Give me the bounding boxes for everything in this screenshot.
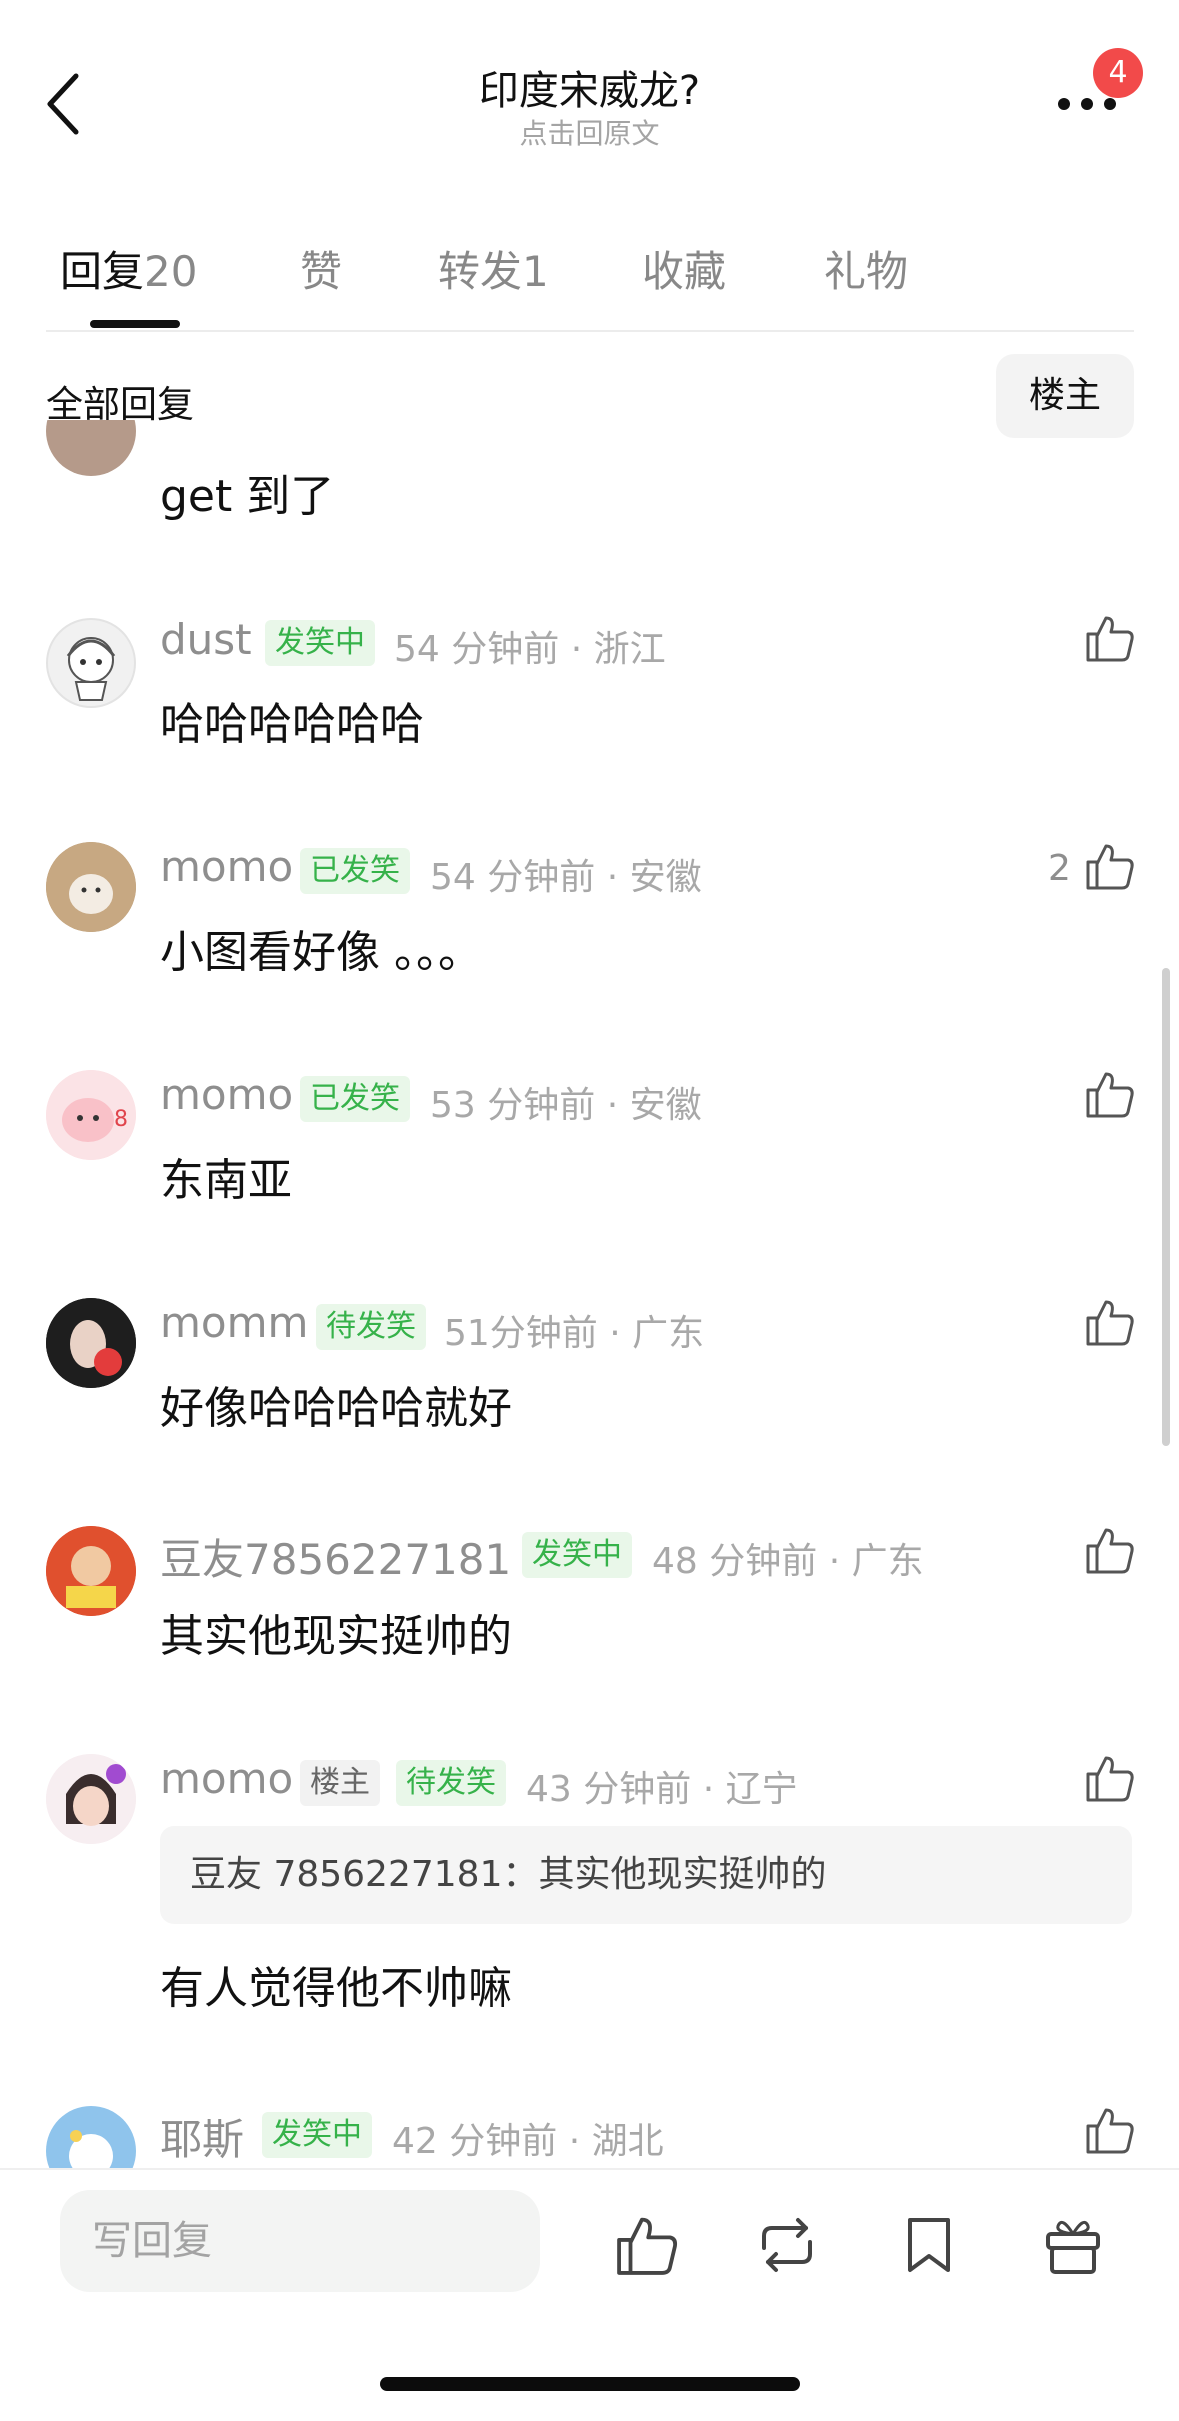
tab-count: 1 (522, 247, 549, 296)
tab-label: 收藏 (642, 247, 727, 296)
gift-icon (1046, 2220, 1100, 2274)
avatar[interactable] (46, 842, 136, 932)
avatar[interactable] (46, 618, 136, 708)
avatar-icon (46, 1526, 136, 1616)
thumbs-up-icon (1086, 2108, 1134, 2154)
avatar-icon (46, 2106, 136, 2168)
comment-meta: 51分钟前 · 广东 (444, 1313, 705, 1354)
like-count: 2 (1048, 848, 1071, 889)
comment-meta: 54 分钟前 · 浙江 (394, 629, 666, 670)
tab-count: 20 (144, 247, 198, 296)
like-button[interactable] (1084, 2104, 1136, 2156)
avatar-icon (46, 842, 136, 932)
user-status-tag: 已发笑 (300, 848, 410, 894)
avatar[interactable] (46, 1298, 136, 1388)
username[interactable]: momo (160, 842, 293, 891)
avatar[interactable] (46, 1754, 136, 1844)
repost-button[interactable] (754, 2212, 820, 2278)
tab-label: 转发 (438, 247, 523, 296)
tab-gifts[interactable]: 礼物 (824, 238, 908, 299)
avatar-icon (46, 1298, 136, 1388)
comment-text: 东南亚 (160, 1155, 292, 1206)
comment-meta: 54 分钟前 · 安徽 (430, 857, 702, 898)
thumbs-up-icon (1086, 1300, 1134, 1346)
home-indicator[interactable] (380, 2377, 800, 2391)
user-status-tag: 已发笑 (300, 1076, 410, 1122)
comment-meta: 42 分钟前 · 湖北 (392, 2121, 664, 2162)
active-tab-indicator (90, 320, 180, 328)
svg-text:8: 8 (114, 1107, 128, 1132)
like-button[interactable] (1084, 1296, 1136, 1348)
back-to-original-link[interactable]: 点击回原文 (0, 112, 1179, 152)
comment-meta: 53 分钟前 · 安徽 (430, 1085, 702, 1126)
op-only-button[interactable]: 楼主 (996, 354, 1134, 438)
scrollbar[interactable] (1162, 968, 1170, 1446)
divider (46, 330, 1134, 332)
thumbs-up-icon (1086, 1072, 1134, 1118)
like-post-button[interactable] (614, 2212, 680, 2278)
like-button[interactable] (1084, 612, 1136, 664)
avatar-icon (46, 1754, 136, 1844)
comment-text: 好像哈哈哈哈就好 (160, 1383, 512, 1434)
user-status-tag: 发笑中 (262, 2112, 372, 2158)
comment-text: 其实他现实挺帅的 (160, 1611, 512, 1662)
page-title: 印度宋威龙? (478, 68, 701, 114)
like-button[interactable] (1084, 1752, 1136, 1804)
avatar[interactable] (46, 1526, 136, 1616)
username[interactable]: 豆友7856227181 (160, 1526, 511, 1587)
bookmark-icon (908, 2218, 950, 2272)
username[interactable]: momo (160, 1070, 293, 1119)
comment-meta: 48 分钟前 · 广东 (652, 1541, 924, 1582)
avatar[interactable]: 8 (46, 1070, 136, 1160)
comment-text: 哈哈哈哈哈哈 (160, 699, 424, 750)
username[interactable]: momo (160, 1754, 293, 1803)
user-status-tag: 待发笑 (396, 1760, 506, 1806)
like-button[interactable] (1084, 1524, 1136, 1576)
comment-meta: 43 分钟前 · 辽宁 (526, 1769, 798, 1810)
user-status-tag: 发笑中 (265, 620, 375, 666)
thumbs-up-icon (1086, 844, 1134, 890)
gift-button[interactable] (1040, 2212, 1106, 2278)
user-status-tag: 待发笑 (316, 1304, 426, 1350)
tab-collect[interactable]: 收藏 (642, 238, 726, 299)
username[interactable]: momm (160, 1298, 308, 1347)
comment-text: 有人觉得他不帅嘛 (160, 1963, 512, 2014)
user-status-tag: 发笑中 (522, 1532, 632, 1578)
reply-input[interactable]: 写回复 (60, 2190, 540, 2292)
quoted-reply[interactable]: 豆友 7856227181：其实他现实挺帅的 (160, 1826, 1132, 1924)
bookmark-button[interactable] (896, 2212, 962, 2278)
thumbs-up-icon (1086, 616, 1134, 662)
tab-label: 赞 (300, 247, 343, 296)
tab-reposts[interactable]: 转发1 (438, 238, 549, 299)
tab-label: 回复 (60, 247, 145, 296)
username[interactable]: 耶斯 (160, 2106, 244, 2167)
avatar[interactable] (46, 2106, 136, 2168)
thumbs-up-icon (617, 2217, 678, 2275)
comment-text: 小图看好像 。。。 (160, 927, 482, 978)
tab-replies[interactable]: 回复20 (60, 238, 197, 299)
like-button[interactable] (1084, 840, 1136, 892)
avatar[interactable] (46, 420, 136, 476)
notification-badge: 4 (1093, 48, 1143, 98)
comment-text: get 到了 (160, 471, 335, 522)
like-button[interactable] (1084, 1068, 1136, 1120)
avatar-icon (66, 637, 116, 701)
username[interactable]: dust (160, 615, 252, 664)
repost-icon (762, 2218, 812, 2272)
tab-likes[interactable]: 赞 (300, 238, 342, 299)
thumbs-up-icon (1086, 1528, 1134, 1574)
thumbs-up-icon (1086, 1756, 1134, 1802)
avatar-icon: 8 (46, 1070, 136, 1160)
op-tag: 楼主 (300, 1760, 380, 1806)
tab-label: 礼物 (824, 247, 909, 296)
